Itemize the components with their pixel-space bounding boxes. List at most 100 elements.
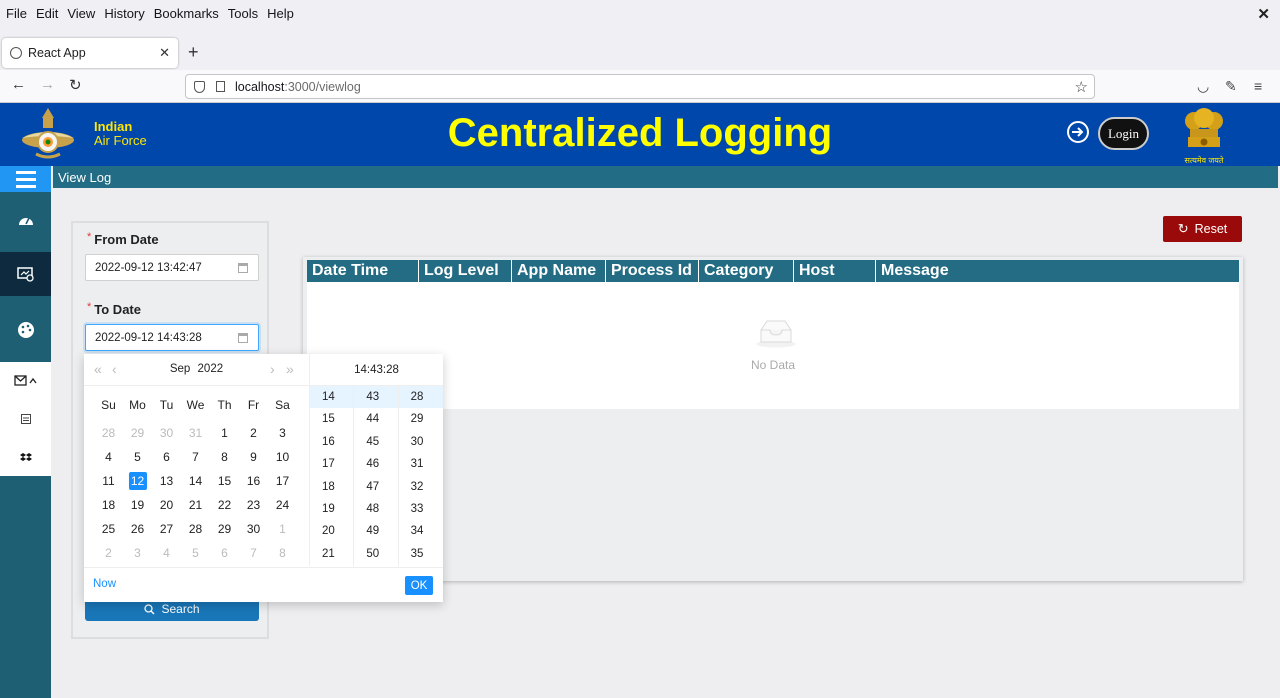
reload-icon[interactable]: ↻ [69, 76, 82, 94]
sidebar-subitem-dropbox[interactable] [0, 438, 51, 476]
column-message[interactable]: Message [876, 260, 1239, 282]
minute-option[interactable]: 44 [354, 408, 397, 430]
calendar-day[interactable]: 2 [94, 544, 123, 562]
hour-option[interactable]: 15 [310, 408, 353, 430]
bookmark-star-icon[interactable]: ☆ [1075, 78, 1088, 96]
column-log-level[interactable]: Log Level [419, 260, 512, 282]
sidebar-subitem-form[interactable] [0, 400, 51, 438]
hour-option[interactable]: 16 [310, 431, 353, 453]
page-info-icon[interactable] [216, 81, 225, 92]
calendar-day[interactable]: 20 [152, 496, 181, 514]
ok-button[interactable]: OK [405, 576, 433, 595]
calendar-day[interactable]: 10 [268, 448, 297, 466]
calendar-day[interactable]: 14 [181, 472, 210, 490]
calendar-day[interactable]: 21 [181, 496, 210, 514]
hour-option[interactable]: 21 [310, 543, 353, 565]
sidebar-item-palette[interactable] [0, 308, 51, 352]
calendar-day[interactable]: 6 [152, 448, 181, 466]
calendar-day[interactable]: 30 [152, 424, 181, 442]
calendar-day[interactable]: 1 [268, 520, 297, 538]
second-option[interactable]: 29 [399, 408, 443, 430]
hour-option[interactable]: 19 [310, 498, 353, 520]
calendar-day[interactable]: 4 [152, 544, 181, 562]
next-year-icon[interactable]: » [286, 361, 294, 377]
tracking-shield-icon[interactable] [194, 80, 205, 93]
browser-tab[interactable]: React App ✕ [2, 38, 178, 68]
calendar-day[interactable]: 30 [239, 520, 268, 538]
address-bar[interactable]: localhost:3000/viewlog ☆ [185, 74, 1095, 99]
forward-icon[interactable]: → [40, 76, 55, 93]
column-category[interactable]: Category [699, 260, 794, 282]
calendar-day[interactable]: 25 [94, 520, 123, 538]
hour-column[interactable]: 14 15 16 17 18 19 20 21 [310, 386, 355, 566]
minute-option[interactable]: 48 [354, 498, 397, 520]
second-option[interactable]: 28 [398, 386, 443, 409]
calendar-day[interactable]: 23 [239, 496, 268, 514]
calendar-day-selected[interactable]: 12 [128, 472, 147, 490]
hour-option[interactable]: 18 [310, 476, 353, 498]
sidebar-item-dashboard[interactable] [0, 199, 51, 243]
calendar-day[interactable]: 29 [210, 520, 239, 538]
sidebar-item-mail[interactable] [0, 362, 51, 400]
column-process-id[interactable]: Process Id [606, 260, 699, 282]
calendar-day[interactable]: 3 [123, 544, 152, 562]
second-option[interactable]: 33 [399, 498, 443, 520]
calendar-day[interactable]: 1 [210, 424, 239, 442]
calendar-day[interactable]: 17 [268, 472, 297, 490]
calendar-day[interactable]: 29 [123, 424, 152, 442]
menu-bookmarks[interactable]: Bookmarks [154, 6, 219, 21]
sidebar-item-viewlog[interactable] [0, 252, 51, 296]
hour-option[interactable]: 20 [310, 520, 353, 542]
calendar-day[interactable]: 19 [123, 496, 152, 514]
minute-column[interactable]: 43 44 45 46 47 48 49 50 [354, 386, 399, 566]
now-link[interactable]: Now [93, 578, 116, 590]
calendar-day[interactable]: 2 [239, 424, 268, 442]
calendar-day[interactable]: 28 [181, 520, 210, 538]
menu-file[interactable]: File [6, 6, 27, 21]
back-icon[interactable]: ← [11, 76, 26, 93]
calendar-day[interactable]: 26 [123, 520, 152, 538]
app-menu-icon[interactable]: ≡ [1254, 78, 1262, 94]
calendar-day[interactable]: 31 [181, 424, 210, 442]
second-option[interactable]: 32 [399, 476, 443, 498]
year-select[interactable]: 2022 [198, 363, 224, 375]
menu-edit[interactable]: Edit [36, 6, 58, 21]
calendar-day[interactable]: 5 [181, 544, 210, 562]
minute-option[interactable]: 49 [354, 520, 397, 542]
login-button[interactable]: Login [1098, 117, 1149, 150]
menu-tools[interactable]: Tools [228, 6, 258, 21]
to-date-input[interactable]: 2022-09-12 14:43:28 [85, 324, 259, 351]
minute-option[interactable]: 43 [354, 386, 398, 409]
minute-option[interactable]: 50 [354, 543, 397, 565]
calendar-day[interactable]: 8 [210, 448, 239, 466]
calendar-day[interactable]: 22 [210, 496, 239, 514]
from-date-input[interactable]: 2022-09-12 13:42:47 [85, 254, 259, 281]
calendar-day[interactable]: 27 [152, 520, 181, 538]
calendar-day[interactable]: 11 [94, 472, 123, 490]
pocket-icon[interactable]: ◡ [1197, 78, 1209, 95]
window-close-icon[interactable]: ✕ [1257, 5, 1270, 23]
minute-option[interactable]: 46 [354, 453, 397, 475]
menu-history[interactable]: History [104, 6, 144, 21]
calendar-day[interactable]: 18 [94, 496, 123, 514]
calendar-day[interactable]: 5 [123, 448, 152, 466]
second-option[interactable]: 30 [399, 431, 443, 453]
second-option[interactable]: 34 [399, 520, 443, 542]
tab-close-icon[interactable]: ✕ [159, 45, 170, 61]
menu-help[interactable]: Help [267, 6, 294, 21]
column-date-time[interactable]: Date Time [307, 260, 419, 282]
calendar-day[interactable]: 15 [210, 472, 239, 490]
minute-option[interactable]: 47 [354, 476, 397, 498]
calendar-day[interactable]: 24 [268, 496, 297, 514]
month-select[interactable]: Sep [170, 363, 190, 375]
hour-option[interactable]: 14 [310, 386, 354, 409]
calendar-day[interactable]: 28 [94, 424, 123, 442]
login-arrow-icon[interactable] [1066, 120, 1090, 144]
next-month-icon[interactable]: › [270, 361, 275, 377]
reset-button[interactable]: ↻ Reset [1163, 216, 1242, 242]
hour-option[interactable]: 17 [310, 453, 353, 475]
calendar-day[interactable]: 7 [181, 448, 210, 466]
calendar-day[interactable]: 13 [152, 472, 181, 490]
calendar-day[interactable]: 3 [268, 424, 297, 442]
calendar-day[interactable]: 6 [210, 544, 239, 562]
